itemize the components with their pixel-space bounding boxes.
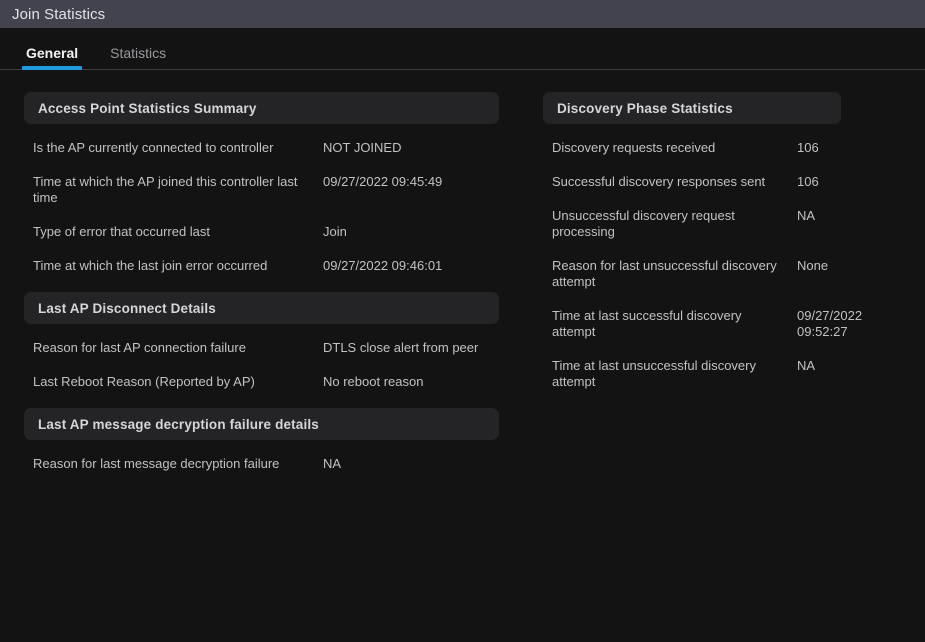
stat-value: Join [323,224,347,239]
stat-value: 09/27/2022 09:46:01 [323,258,443,273]
section-header: Discovery Phase Statistics [543,92,841,124]
stat-row: Discovery requests received 106 [552,140,925,156]
stat-label: Time at last unsuccessful discovery atte… [552,358,756,389]
stat-label: Time at which the AP joined this control… [33,174,298,205]
stat-label: Is the AP currently connected to control… [33,140,274,155]
stat-label: Unsuccessful discovery request processin… [552,208,735,239]
stat-value: 09/27/2022 09:52:27 [797,308,863,339]
stat-label: Reason for last AP connection failure [33,340,246,355]
stat-value: 09/27/2022 09:45:49 [323,174,443,189]
section-rows: Is the AP currently connected to control… [24,140,499,274]
stat-row: Time at which the last join error occurr… [33,258,499,274]
section-discovery-phase-statistics: Discovery Phase Statistics Discovery req… [543,92,925,390]
stat-value: DTLS close alert from peer [323,340,479,355]
stat-row: Reason for last message decryption failu… [33,456,499,472]
window-title-bar: Join Statistics [0,0,925,28]
stat-value: NOT JOINED [323,140,402,155]
section-rows: Reason for last message decryption failu… [24,456,499,472]
section-header: Last AP message decryption failure detai… [24,408,499,440]
section-access-point-statistics-summary: Access Point Statistics Summary Is the A… [24,92,499,274]
left-column: Access Point Statistics Summary Is the A… [0,70,525,642]
right-column: Discovery Phase Statistics Discovery req… [525,70,925,642]
stat-row: Last Reboot Reason (Reported by AP) No r… [33,374,499,390]
stat-value: None [797,258,829,273]
stat-label: Successful discovery responses sent [552,174,766,189]
section-last-ap-disconnect-details: Last AP Disconnect Details Reason for la… [24,292,499,390]
content-area: Access Point Statistics Summary Is the A… [0,70,925,642]
tab-general[interactable]: General [10,46,94,70]
section-title: Access Point Statistics Summary [38,100,257,116]
stat-row: Unsuccessful discovery request processin… [552,208,925,240]
section-title: Discovery Phase Statistics [557,100,733,116]
stat-value: NA [797,358,816,373]
stat-row: Is the AP currently connected to control… [33,140,499,156]
tab-bar: General Statistics [0,28,925,70]
tab-statistics[interactable]: Statistics [94,46,182,70]
stat-value: No reboot reason [323,374,424,389]
stat-label: Last Reboot Reason (Reported by AP) [33,374,255,389]
section-rows: Reason for last AP connection failure DT… [24,340,499,390]
stat-value: NA [323,456,342,471]
stat-value: NA [797,208,816,223]
stat-label: Discovery requests received [552,140,716,155]
stat-row: Reason for last AP connection failure DT… [33,340,499,356]
stat-row: Reason for last unsuccessful discovery a… [552,258,925,290]
stat-row: Time at last successful discovery attemp… [552,308,925,340]
stat-label: Type of error that occurred last [33,224,211,239]
stat-row: Time at which the AP joined this control… [33,174,499,206]
stat-label: Time at last successful discovery attemp… [552,308,742,339]
stat-label: Reason for last unsuccessful discovery a… [552,258,777,289]
stat-value: 106 [797,140,819,155]
section-title: Last AP Disconnect Details [38,300,216,316]
section-last-ap-message-decryption-failure-details: Last AP message decryption failure detai… [24,408,499,472]
section-rows: Discovery requests received 106 Successf… [543,140,925,390]
stat-value: 106 [797,174,819,189]
stat-row: Time at last unsuccessful discovery atte… [552,358,925,390]
section-header: Access Point Statistics Summary [24,92,499,124]
section-title: Last AP message decryption failure detai… [38,416,319,432]
section-header: Last AP Disconnect Details [24,292,499,324]
stat-row: Successful discovery responses sent 106 [552,174,925,190]
stat-row: Type of error that occurred last Join [33,224,499,240]
page-title: Join Statistics [12,5,106,23]
stat-label: Time at which the last join error occurr… [33,258,268,273]
stat-label: Reason for last message decryption failu… [33,456,280,471]
